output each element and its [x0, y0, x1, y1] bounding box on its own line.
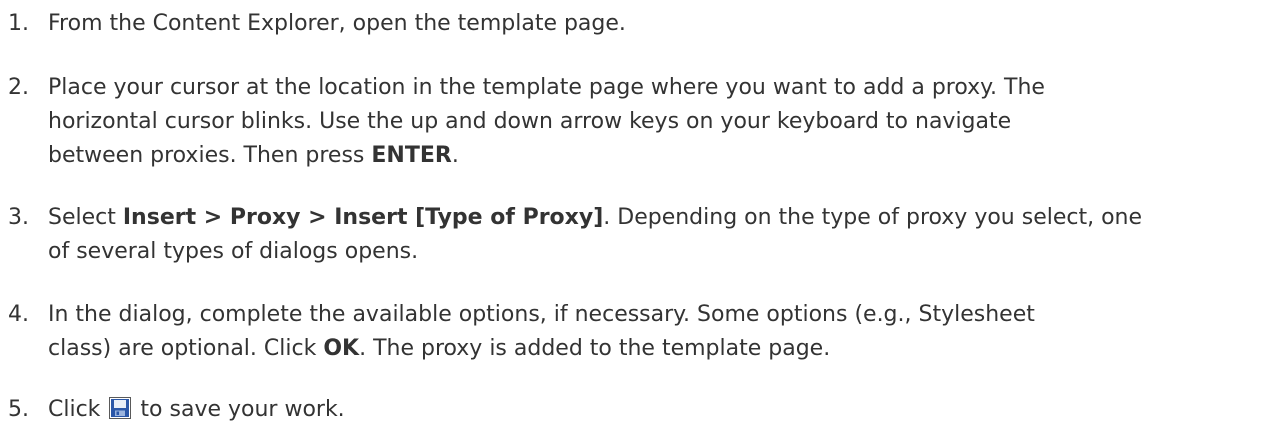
step-number: 4.: [8, 302, 29, 327]
step-text: Click to save your work.: [48, 393, 1263, 427]
step-line: class) are optional. Click OK. The proxy…: [48, 332, 1263, 366]
text-run: between proxies. Then press: [48, 143, 372, 168]
key-enter: ENTER: [371, 143, 452, 168]
ok-button-label: OK: [323, 336, 360, 361]
text-run: class) are optional. Click: [48, 336, 324, 361]
step-text: From the Content Explorer, open the temp…: [48, 7, 1263, 41]
text-run: Select: [48, 205, 123, 230]
step-number: 2.: [8, 75, 29, 100]
menu-path: Insert > Proxy > Insert [Type of Proxy]: [122, 205, 604, 230]
save-icon: [109, 396, 132, 419]
text-run: to save your work.: [133, 397, 345, 422]
text-run: horizontal cursor blinks. Use the up and…: [48, 109, 1012, 134]
step-line: of several types of dialogs opens.: [48, 235, 1263, 269]
text-run: Place your cursor at the location in the…: [48, 75, 1045, 100]
step-number: 1.: [8, 11, 29, 36]
step-number: 3.: [8, 205, 29, 230]
step-line: between proxies. Then press ENTER.: [48, 139, 1263, 173]
step-number: 5.: [8, 397, 29, 422]
text-run: Click: [48, 397, 108, 422]
step-text: Select Insert > Proxy > Insert [Type of …: [48, 201, 1263, 269]
text-run: In the dialog, complete the available op…: [48, 302, 1035, 327]
step-line: In the dialog, complete the available op…: [48, 298, 1263, 332]
text-run: From the Content Explorer, open the temp…: [48, 11, 626, 36]
step-line: Click to save your work.: [48, 393, 1263, 427]
text-run: of several types of dialogs opens.: [48, 239, 419, 264]
text-run: .: [451, 143, 459, 168]
step-text: In the dialog, complete the available op…: [48, 298, 1263, 366]
step-line: horizontal cursor blinks. Use the up and…: [48, 105, 1263, 139]
text-run: . The proxy is added to the template pag…: [359, 336, 831, 361]
step-line: From the Content Explorer, open the temp…: [48, 7, 1263, 41]
step-line: Select Insert > Proxy > Insert [Type of …: [48, 201, 1263, 235]
step-text: Place your cursor at the location in the…: [48, 71, 1263, 173]
text-run: . Depending on the type of proxy you sel…: [603, 205, 1143, 230]
step-line: Place your cursor at the location in the…: [48, 71, 1263, 105]
